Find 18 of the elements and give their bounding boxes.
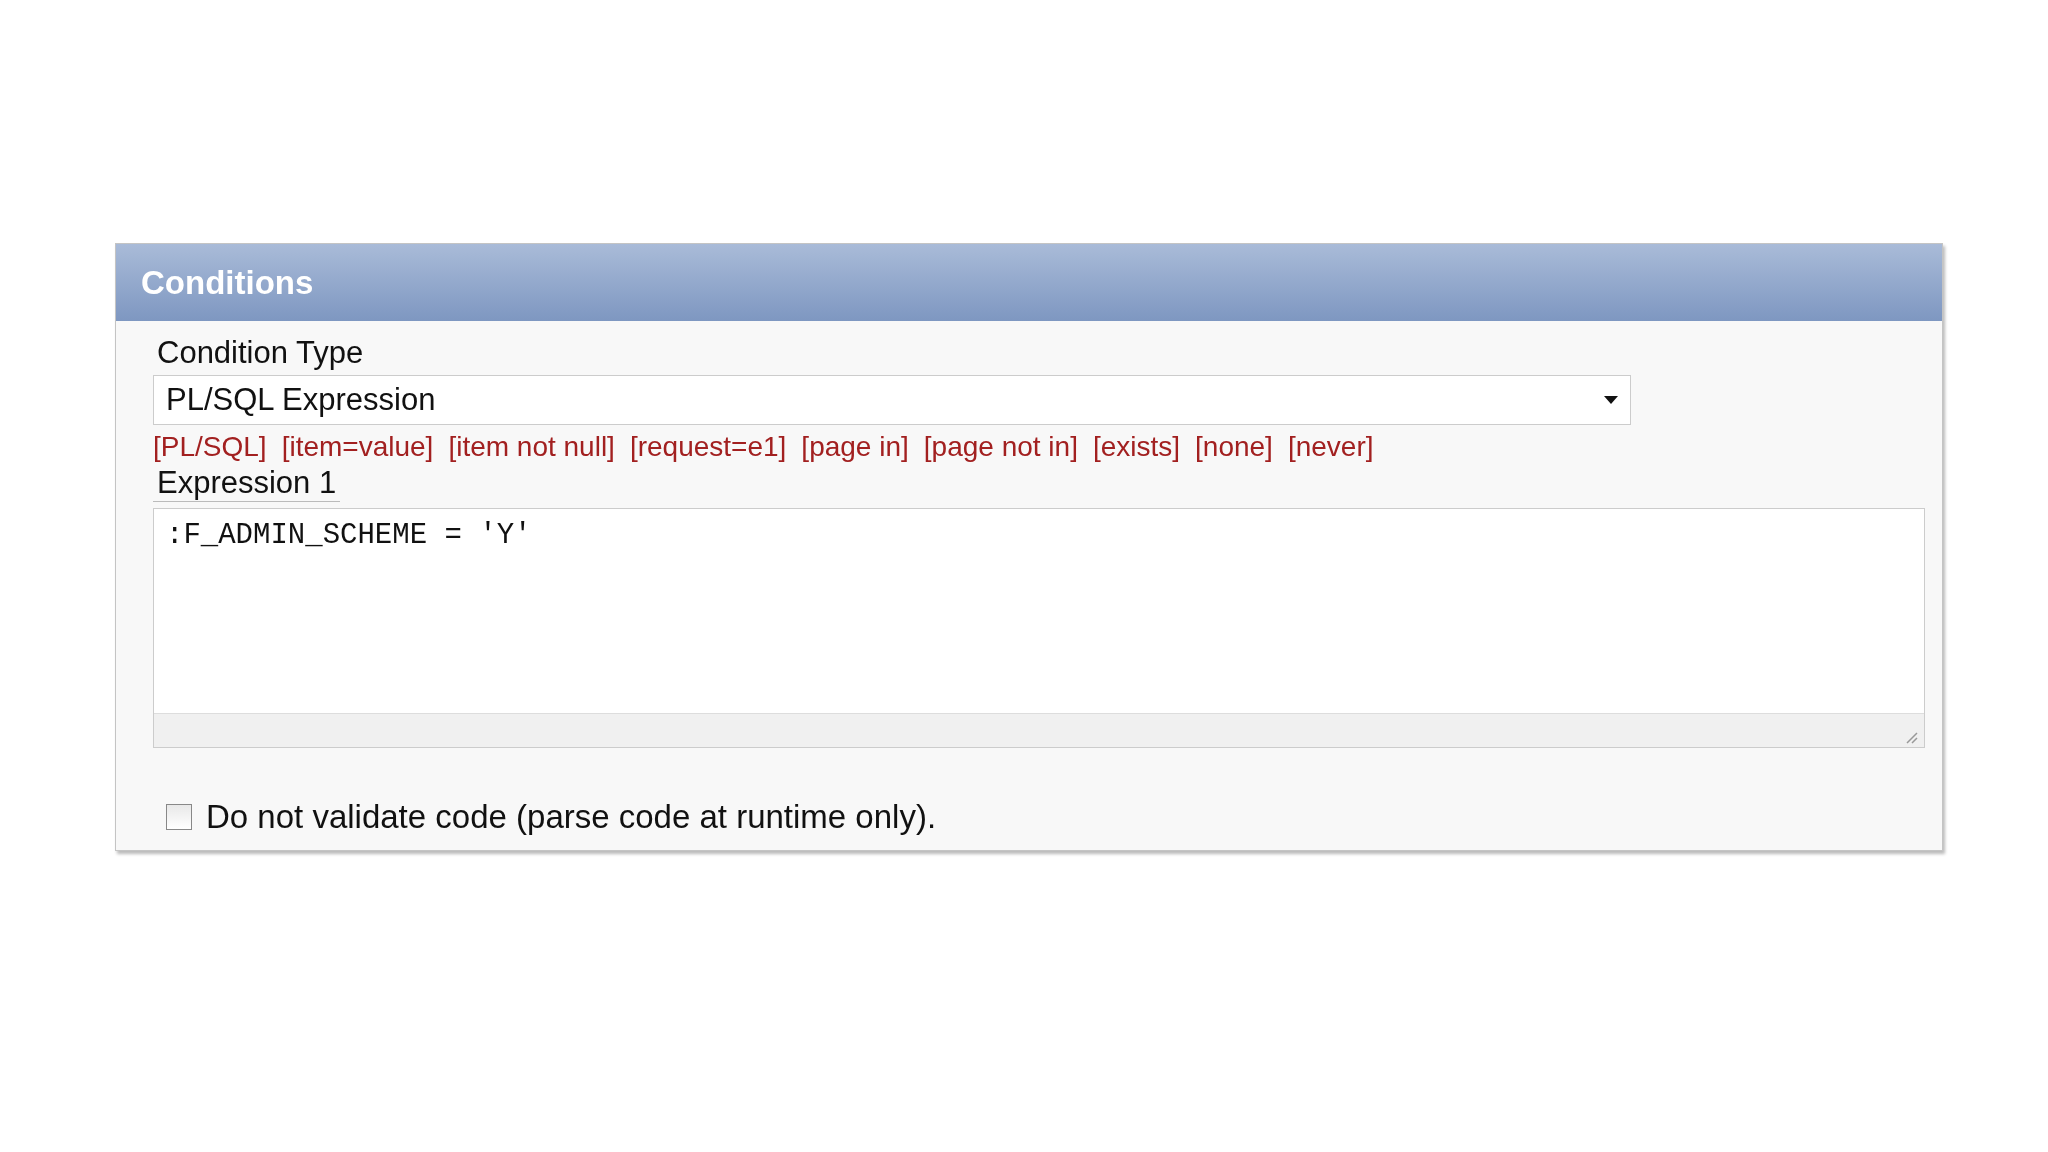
shortcut-link[interactable]: [item not null]: [448, 431, 615, 463]
shortcut-link[interactable]: [exists]: [1092, 431, 1181, 463]
field-label: Expression 1: [153, 465, 341, 502]
shortcut-link[interactable]: [PL/SQL]: [153, 431, 267, 463]
condition-type-dropdown[interactable]: PL/SQL Expression: [153, 375, 1631, 425]
shortcut-link[interactable]: [item=value]: [281, 431, 434, 463]
checkbox[interactable]: [166, 804, 192, 830]
panel-title: Conditions: [141, 263, 314, 302]
expression-field[interactable]: :F_ADMIN_SCHEME = 'Y': [153, 508, 1925, 748]
checkbox-label: Do not validate code (parse code at runtime only).: [206, 798, 937, 836]
resize-grip-icon: [1904, 730, 1918, 744]
shortcut-link[interactable]: [page in]: [801, 431, 909, 463]
shortcut-link[interactable]: [request=e1]: [629, 431, 787, 463]
field-label: Condition Type: [156, 335, 364, 371]
shortcut-link[interactable]: [page not in]: [923, 431, 1078, 463]
caret-icon: [1604, 396, 1618, 404]
shortcut-link[interactable]: [never]: [1287, 431, 1374, 463]
shortcut-link[interactable]: [none]: [1195, 431, 1273, 463]
